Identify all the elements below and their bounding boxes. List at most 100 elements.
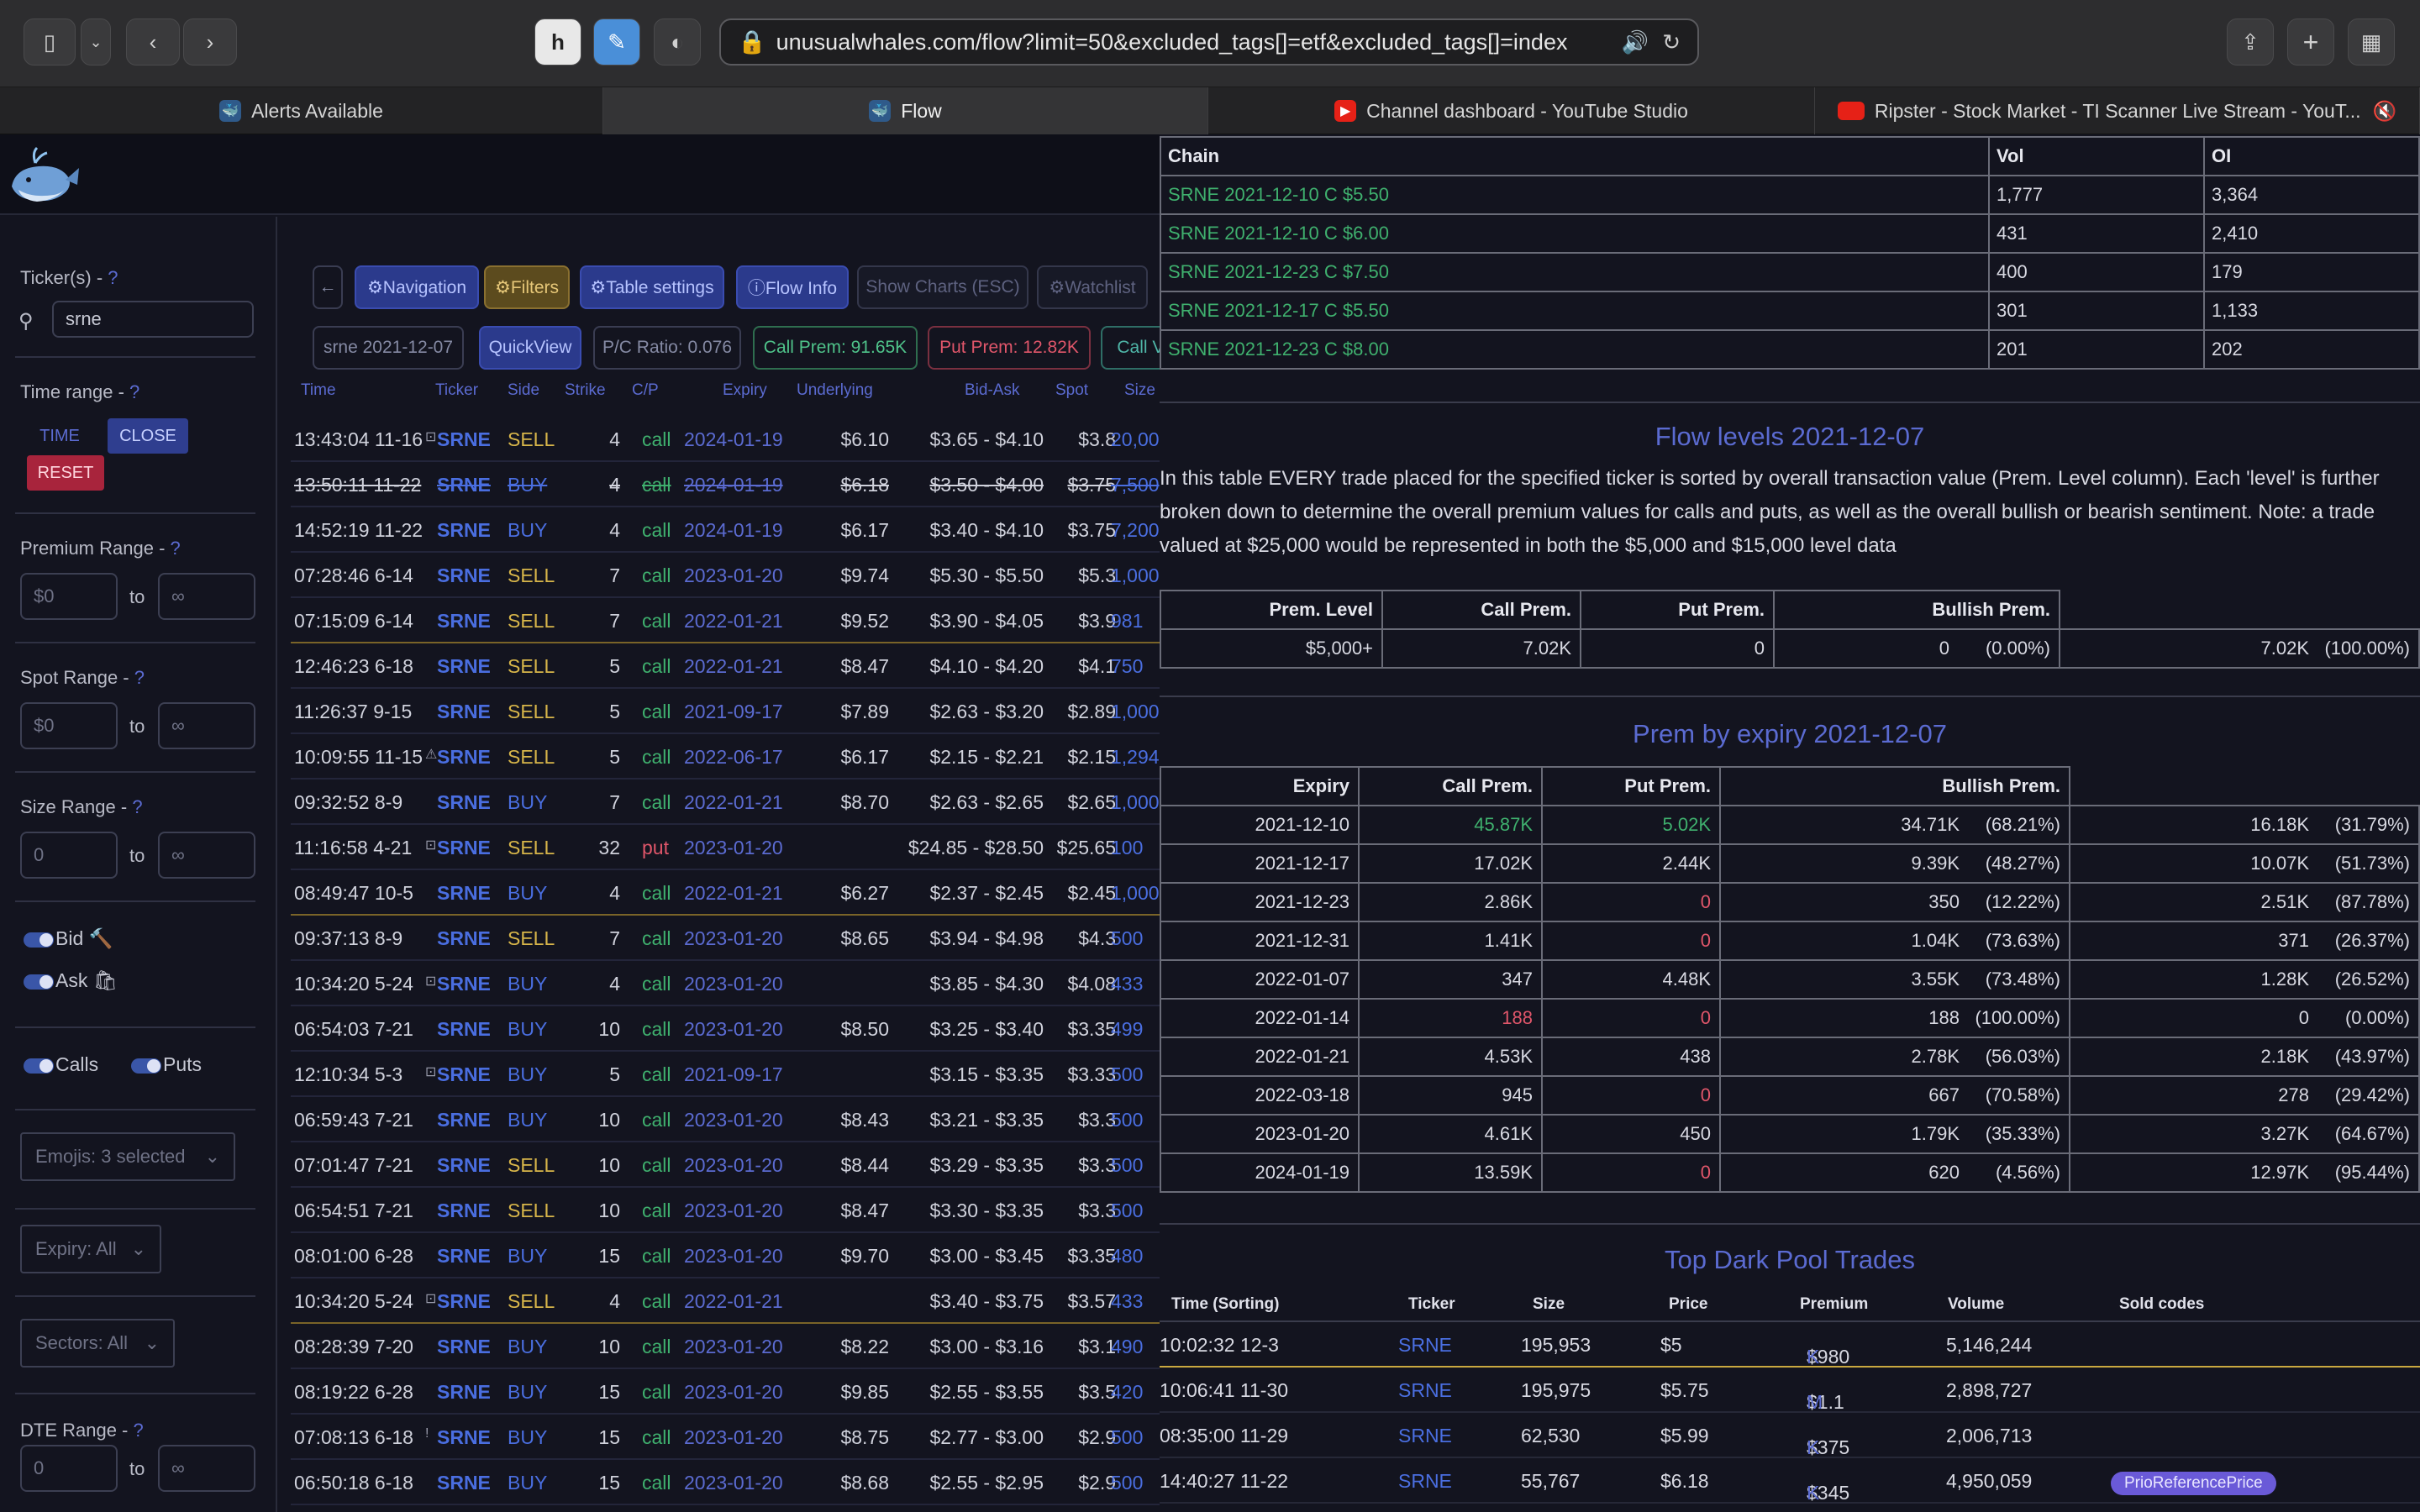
dark-pool-row[interactable]: 10:06:41 11-30 SRNE 195,975 $5.75 $1.1 M 2,898…: [1160, 1368, 2420, 1413]
tab-alerts-available[interactable]: 🐳 Alerts Available: [0, 87, 603, 134]
col-chain[interactable]: Chain: [1160, 136, 1990, 176]
col-sold-codes[interactable]: Sold codes: [2119, 1295, 2204, 1314]
flow-expiry-link[interactable]: 2022-06-17: [684, 746, 783, 769]
tab-overview-icon[interactable]: ▦: [2348, 18, 2395, 66]
bid-toggle[interactable]: [24, 932, 54, 948]
dark-pool-row[interactable]: 14:40:27 11-22 SRNE 55,767 $6.18 $345 K 4,950,…: [1160, 1458, 2420, 1504]
flow-expiry-link[interactable]: 2023-01-20: [684, 1018, 783, 1041]
navigation-button[interactable]: ⚙Navigation: [355, 265, 479, 309]
flow-expiry-link[interactable]: 2023-01-20: [684, 1336, 783, 1358]
flow-row[interactable]: 08:19:22 6-28 SRNE BUY 15 call 2023-01-20 $9.8…: [291, 1369, 1160, 1415]
col-strike[interactable]: Strike: [565, 381, 606, 400]
dark-pool-row[interactable]: 08:35:00 11-29 SRNE 62,530 $5.99 $375 K 2,006,…: [1160, 1413, 2420, 1458]
dp-ticker-link[interactable]: SRNE: [1398, 1334, 1452, 1357]
table-header-cell[interactable]: Call Prem.: [1358, 766, 1543, 806]
col-time-sorting[interactable]: Time (Sorting): [1171, 1295, 1279, 1314]
table-header-cell[interactable]: Put Prem.: [1580, 590, 1775, 630]
col-cp[interactable]: C/P: [632, 381, 659, 400]
flow-row[interactable]: 06:54:03 7-21 SRNE BUY 10 call 2023-01-20 $8.5…: [291, 1006, 1160, 1052]
flow-expiry-link[interactable]: 2023-01-20: [684, 837, 783, 859]
dte-max-input[interactable]: ∞: [158, 1445, 255, 1492]
flow-row[interactable]: 11:26:37 9-15 SRNE SELL 5 call 2021-09-17 $7.8…: [291, 689, 1160, 734]
reload-icon[interactable]: ↻: [1662, 29, 1681, 55]
flow-row[interactable]: 07:28:46 6-14 SRNE SELL 7 call 2023-01-20 $9.7…: [291, 553, 1160, 598]
url-bar[interactable]: 🔒 unusualwhales.com/flow?limit=50&exclud…: [719, 18, 1699, 66]
flow-ticker-link[interactable]: SRNE: [437, 1472, 491, 1494]
flow-ticker-link[interactable]: SRNE: [437, 1018, 491, 1041]
flow-expiry-link[interactable]: 2021-09-17: [684, 701, 783, 723]
flow-row[interactable]: 08:49:47 10-5 SRNE BUY 4 call 2022-01-21 $6.27…: [291, 870, 1160, 916]
dp-ticker-link[interactable]: SRNE: [1398, 1379, 1452, 1402]
col-expiry[interactable]: Expiry: [723, 381, 767, 400]
mute-icon[interactable]: 🔇: [2373, 100, 2397, 123]
calls-toggle[interactable]: [24, 1058, 54, 1074]
flow-ticker-link[interactable]: SRNE: [437, 791, 491, 814]
filters-button[interactable]: ⚙Filters: [484, 265, 570, 309]
flow-expiry-link[interactable]: 2023-01-20: [684, 1109, 783, 1131]
flow-ticker-link[interactable]: SRNE: [437, 1290, 491, 1313]
flow-row[interactable]: 07:15:09 6-14 SRNE SELL 7 call 2022-01-21 $9.5…: [291, 598, 1160, 643]
flow-ticker-link[interactable]: SRNE: [437, 1426, 491, 1449]
col-ticker[interactable]: Ticker: [1408, 1295, 1455, 1314]
col-size[interactable]: Size: [1124, 381, 1155, 400]
flow-ticker-link[interactable]: SRNE: [437, 519, 491, 542]
flow-row[interactable]: 09:37:13 8-9 SRNE SELL 7 call 2023-01-20 $8.65…: [291, 916, 1160, 961]
table-header-cell[interactable]: Bullish Prem.: [1719, 766, 2070, 806]
flow-ticker-link[interactable]: SRNE: [437, 610, 491, 633]
size-min-input[interactable]: 0: [20, 832, 118, 879]
flow-ticker-link[interactable]: SRNE: [437, 746, 491, 769]
flow-ticker-link[interactable]: SRNE: [437, 882, 491, 905]
flow-row[interactable]: 08:01:00 6-28 SRNE BUY 15 call 2023-01-20 $9.7…: [291, 1233, 1160, 1278]
flow-row[interactable]: 09:32:52 8-9 SRNE BUY 7 call 2022-01-21 $8.70 $…: [291, 780, 1160, 825]
size-max-input[interactable]: ∞: [158, 832, 255, 879]
sectors-dropdown[interactable]: Sectors: All ⌄: [20, 1319, 175, 1368]
flow-ticker-link[interactable]: SRNE: [437, 1109, 491, 1131]
chain-name[interactable]: SRNE 2021-12-23 C $8.00: [1160, 329, 1990, 370]
col-oi[interactable]: OI: [2203, 136, 2420, 176]
table-header-cell[interactable]: Expiry: [1160, 766, 1360, 806]
flow-expiry-link[interactable]: 2024-01-19: [684, 519, 783, 542]
flow-expiry-link[interactable]: 2024-01-19: [684, 428, 783, 451]
chain-name[interactable]: SRNE 2021-12-10 C $6.00: [1160, 213, 1990, 254]
table-header-cell[interactable]: Call Prem.: [1381, 590, 1581, 630]
flow-expiry-link[interactable]: 2022-01-21: [684, 1290, 783, 1313]
flow-row[interactable]: 13:43:04 11-16 ⊡ SRNE SELL 4 call 2024-01-19 $6…: [291, 417, 1160, 462]
tab-youtube-studio[interactable]: ▶ Channel dashboard - YouTube Studio: [1208, 87, 1815, 134]
flow-ticker-link[interactable]: SRNE: [437, 1200, 491, 1222]
chain-row[interactable]: SRNE 2021-12-17 C $5.50 301 1,133: [1160, 291, 2420, 331]
flow-row[interactable]: 14:52:19 11-22 SRNE BUY 4 call 2024-01-19 $6.1…: [291, 507, 1160, 553]
flow-ticker-link[interactable]: SRNE: [437, 655, 491, 678]
flow-expiry-link[interactable]: 2023-01-20: [684, 927, 783, 950]
flow-expiry-link[interactable]: 2022-01-21: [684, 610, 783, 633]
help-link[interactable]: ?: [129, 381, 139, 402]
flow-expiry-link[interactable]: 2023-01-20: [684, 1245, 783, 1268]
honey-extension-icon[interactable]: h: [534, 18, 581, 66]
new-tab-icon[interactable]: +: [2287, 18, 2334, 66]
tab-flow[interactable]: 🐳 Flow: [603, 87, 1208, 134]
col-volume[interactable]: Volume: [1948, 1295, 2004, 1314]
flow-expiry-link[interactable]: 2023-01-20: [684, 1426, 783, 1449]
flow-expiry-link[interactable]: 2022-01-21: [684, 791, 783, 814]
flow-ticker-link[interactable]: SRNE: [437, 1154, 491, 1177]
close-button[interactable]: CLOSE: [108, 418, 188, 454]
flow-row[interactable]: 10:34:20 5-24 ⊡ SRNE SELL 4 call 2022-01-21 $3.…: [291, 1278, 1160, 1324]
flow-expiry-link[interactable]: 2024-01-19: [684, 474, 783, 496]
flow-row[interactable]: 07:08:13 6-18! SRNE BUY 15 call 2023-01-20 $8.…: [291, 1415, 1160, 1460]
flow-row[interactable]: 08:28:39 7-20 SRNE BUY 10 call 2023-01-20 $8.2…: [291, 1324, 1160, 1369]
flow-expiry-link[interactable]: 2023-01-20: [684, 564, 783, 587]
date-chip[interactable]: srne 2021-12-07: [313, 326, 464, 370]
flow-expiry-link[interactable]: 2021-09-17: [684, 1063, 783, 1086]
back-icon[interactable]: ‹: [126, 18, 180, 66]
chain-row[interactable]: SRNE 2021-12-23 C $8.00 201 202: [1160, 329, 2420, 370]
forward-icon[interactable]: ›: [183, 18, 237, 66]
chain-row[interactable]: SRNE 2021-12-10 C $6.00 431 2,410: [1160, 213, 2420, 254]
col-vol[interactable]: Vol: [1988, 136, 2205, 176]
flow-row[interactable]: 12:46:23 6-18 SRNE SELL 5 call 2022-01-21 $8.4…: [291, 643, 1160, 689]
flow-row[interactable]: 06:59:43 7-21 SRNE BUY 10 call 2023-01-20 $8.4…: [291, 1097, 1160, 1142]
spot-max-input[interactable]: ∞: [158, 702, 255, 749]
flow-expiry-link[interactable]: 2022-01-21: [684, 882, 783, 905]
chain-name[interactable]: SRNE 2021-12-23 C $7.50: [1160, 252, 1990, 292]
col-price[interactable]: Price: [1669, 1295, 1707, 1314]
chevron-down-icon[interactable]: ⌄: [81, 18, 111, 66]
flow-ticker-link[interactable]: SRNE: [437, 927, 491, 950]
